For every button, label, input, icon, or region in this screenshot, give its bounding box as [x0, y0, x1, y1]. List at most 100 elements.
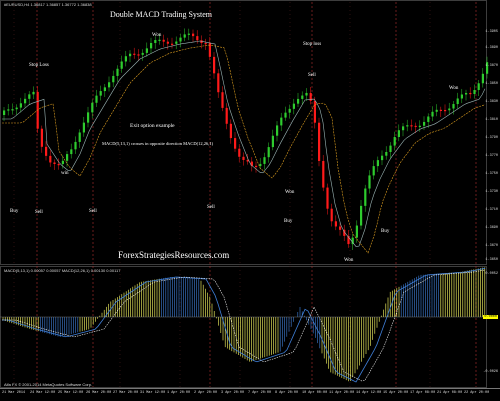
candle-body: [452, 104, 455, 109]
time-tick: 17 Apr 08:00: [410, 391, 436, 395]
candle-body: [406, 125, 409, 127]
time-tick: 31 Mar 12:00: [140, 391, 166, 395]
price-tick: 1.3850: [485, 82, 498, 86]
candle-body: [435, 109, 438, 112]
candle-body: [70, 149, 73, 155]
candle-body: [229, 123, 232, 139]
candle-body: [53, 162, 56, 165]
price-tick: 1.3870: [485, 64, 498, 68]
signal-label: Won: [344, 258, 354, 263]
signal-label: Buy: [284, 219, 293, 224]
candle-body: [196, 36, 199, 41]
candle-body: [473, 90, 476, 94]
signal-label: win: [61, 171, 69, 176]
candle-body: [376, 160, 379, 167]
price-tick: 1.3810: [485, 118, 498, 122]
candle-body: [175, 41, 178, 44]
signal-label: Stop Loss: [29, 63, 49, 68]
candle-body: [326, 187, 329, 209]
candle-body: [61, 160, 64, 165]
candle-body: [238, 148, 241, 157]
time-tick: 25 Mar 12:00: [58, 391, 84, 395]
price-panel: [0, 0, 487, 265]
candle-body: [141, 52, 144, 55]
candle-body: [15, 107, 18, 110]
candle-body: [103, 87, 106, 92]
candle-body: [242, 156, 245, 160]
candle-body: [255, 165, 258, 168]
candle-body: [24, 98, 27, 104]
candle-body: [288, 108, 291, 113]
candle-body: [292, 103, 295, 109]
candle-body: [171, 43, 174, 45]
candle-body: [234, 138, 237, 149]
candle-body: [112, 75, 115, 83]
candle-body: [301, 95, 304, 99]
candle-body: [334, 221, 337, 227]
time-tick: 15 Apr 20:00: [383, 391, 409, 395]
time-tick: 21 Apr 08:00: [437, 391, 463, 395]
candle-body: [45, 146, 48, 156]
candle-body: [129, 53, 132, 57]
candle-body: [183, 34, 186, 38]
candle-body: [481, 73, 484, 84]
candle-body: [78, 132, 81, 142]
signal-label: Won: [449, 86, 459, 91]
signal-label: Sell: [207, 205, 215, 210]
candle-body: [263, 157, 266, 164]
copyright-text: Alfa FX © 2001-2014 MetaQuotes Software …: [4, 382, 93, 387]
price-tick: 1.3905: [485, 30, 498, 34]
candle-body: [368, 175, 371, 189]
candle-body: [154, 40, 157, 43]
candle-body: [465, 92, 468, 95]
time-tick: 2 Apr 20:00: [194, 391, 218, 395]
candle-body: [318, 122, 321, 161]
candle-body: [397, 130, 400, 138]
time-tick: 22 Apr 20:00: [464, 391, 490, 395]
time-tick: 8 Apr 20:00: [275, 391, 299, 395]
time-tick: 24 Mar 12:00: [30, 391, 56, 395]
chart-canvas[interactable]: [0, 0, 500, 400]
candle-body: [418, 125, 421, 128]
macd-fast-line: [2, 267, 486, 383]
chart-window[interactable]: #EURUSD,H4 1.36817 1.36857 1.36772 1.368…: [0, 0, 500, 401]
candle-body: [297, 98, 300, 104]
candle-body: [339, 226, 342, 230]
candle-body: [355, 225, 358, 238]
candle-body: [74, 141, 77, 150]
candle-body: [108, 82, 111, 88]
macd-tick: -0.0026: [483, 370, 498, 374]
candle-body: [187, 33, 190, 35]
candle-body: [57, 164, 60, 166]
candle-body: [150, 42, 153, 49]
candle-body: [217, 73, 220, 93]
candle-body: [192, 33, 195, 37]
candle-body: [402, 126, 405, 131]
signal-label: Sell: [35, 210, 43, 215]
candle-body: [284, 112, 287, 118]
candle-body: [124, 56, 127, 62]
price-tick: 1.3730: [485, 190, 498, 194]
candle-body: [305, 92, 308, 96]
candle-body: [49, 155, 52, 163]
candle-body: [259, 163, 262, 167]
candle-body: [87, 112, 90, 123]
candle-body: [162, 39, 165, 42]
price-tick: 1.3790: [485, 136, 498, 140]
candle-body: [158, 39, 161, 41]
signal-label: Won: [152, 33, 162, 38]
signal-label: Sell: [308, 73, 316, 78]
exit-option-header: Exit option example: [130, 123, 175, 129]
candle-body: [385, 152, 388, 156]
candle-body: [225, 107, 228, 124]
price-tick: 1.3670: [485, 244, 498, 248]
macd-info: MACD(5,13,1) 0.00057 0.00057 MACD(12,26,…: [4, 268, 121, 273]
candle-body: [444, 109, 447, 112]
candle-body: [276, 125, 279, 136]
price-tick: 1.3690: [485, 226, 498, 230]
watermark-text: ForexStrategiesResources.com: [118, 250, 230, 260]
candle-body: [11, 109, 14, 111]
candle-body: [410, 125, 413, 127]
candle-body: [431, 111, 434, 117]
time-tick: 3 Apr 20:00: [221, 391, 245, 395]
